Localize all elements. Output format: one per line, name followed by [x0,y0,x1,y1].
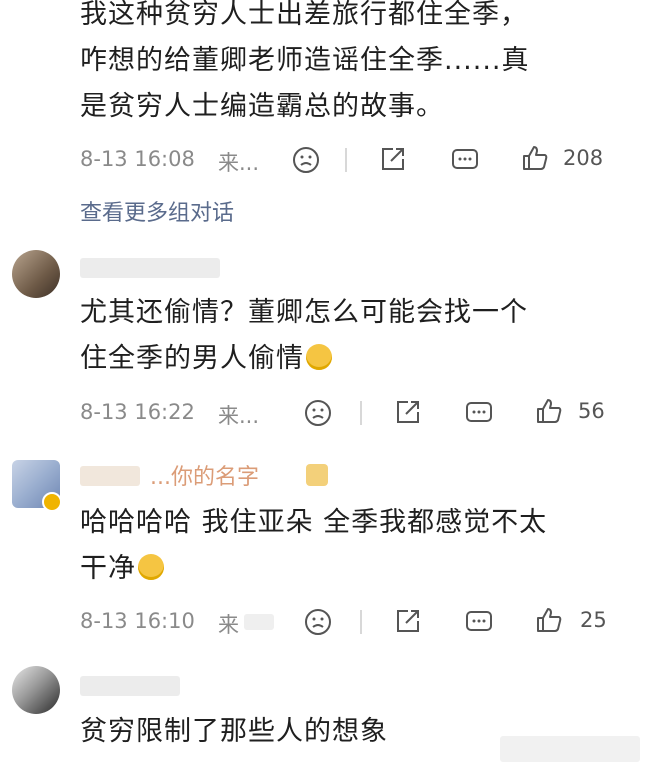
view-more-link[interactable]: 查看更多组对话 [80,195,234,227]
comment-text-line: 干净 [80,546,164,592]
comment-text-line: 咋想的给董卿老师造谣住全季......真 [80,45,530,76]
thumbs-up-icon[interactable] [535,397,563,425]
thumbs-up-icon[interactable] [521,144,549,172]
share-icon[interactable] [394,398,422,426]
verified-badge-icon [42,492,62,512]
avatar[interactable] [12,666,60,714]
badge-icon [306,464,328,486]
username[interactable] [80,258,220,278]
comment-text-line: 尤其还偷情？董卿怎么可能会找一个 [80,297,528,328]
comment-icon[interactable] [464,608,494,636]
laugh-cry-emoji-icon [138,553,164,580]
like-count: 56 [578,399,605,423]
username[interactable] [80,676,180,696]
avatar[interactable] [12,250,60,298]
sad-face-icon[interactable] [292,146,320,174]
comment-icon[interactable] [450,146,480,174]
share-icon[interactable] [379,145,407,173]
like-count: 208 [563,146,604,170]
comment-text-line: 我这种贫穷人士出差旅行都住全季， [80,0,528,30]
sad-face-icon[interactable] [304,399,332,427]
watermark [500,736,640,762]
comment-source: 来 [218,613,239,637]
comment-time: 8-13 16:08 [80,147,195,171]
comment-source: 来... [218,404,260,428]
sad-face-icon[interactable] [304,608,332,636]
comment-time: 8-13 16:10 [80,609,195,633]
comment-icon[interactable] [464,399,494,427]
divider [345,148,347,172]
divider [360,610,362,634]
username[interactable]: ...你的名字 [150,459,259,491]
comment-text-line: 哈哈哈哈 我住亚朵 全季我都感觉不太 [80,507,548,538]
comment-text-line: 是贫穷人士编造霸总的故事。 [80,91,444,122]
laugh-cry-emoji-icon [306,343,332,370]
divider [360,401,362,425]
like-count: 25 [580,608,607,632]
comment-text-line: 贫穷限制了那些人的想象 [80,716,388,747]
comment-text: 住全季的男人偷情 [80,343,304,374]
comment-source: 来... [218,151,260,175]
thumbs-up-icon[interactable] [535,606,563,634]
source-blur [244,614,274,630]
comment-time: 8-13 16:22 [80,400,195,424]
comment-text: 干净 [80,553,136,584]
share-icon[interactable] [394,607,422,635]
comment-text-line: 住全季的男人偷情 [80,336,332,382]
username-blur [80,466,140,486]
